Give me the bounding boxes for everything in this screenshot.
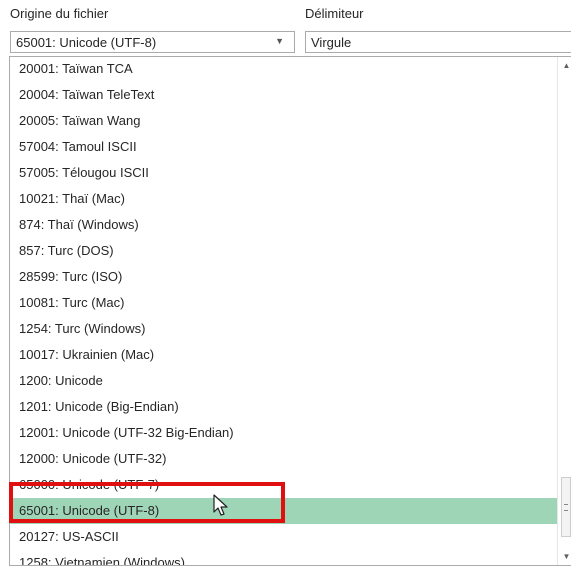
delimiter-label: Délimiteur xyxy=(305,6,364,21)
list-item[interactable]: 12000: Unicode (UTF-32) xyxy=(10,446,557,472)
list-item[interactable]: 20004: Taïwan TeleText xyxy=(10,82,557,108)
delimiter-combobox[interactable]: Virgule xyxy=(305,31,571,53)
file-origin-label: Origine du fichier xyxy=(10,6,109,21)
delimiter-value: Virgule xyxy=(311,35,352,50)
list-item[interactable]: 1201: Unicode (Big-Endian) xyxy=(10,394,557,420)
list-item[interactable]: 20005: Taïwan Wang xyxy=(10,108,557,134)
list-item[interactable]: 857: Turc (DOS) xyxy=(10,238,557,264)
list-item[interactable]: 57005: Télougou ISCII xyxy=(10,160,557,186)
mouse-pointer-icon xyxy=(213,494,228,516)
list-item[interactable]: 874: Thaï (Windows) xyxy=(10,212,557,238)
scroll-up-arrow-icon[interactable]: ▲ xyxy=(558,57,571,74)
list-item[interactable]: 10017: Ukrainien (Mac) xyxy=(10,342,557,368)
list-item[interactable]: 57004: Tamoul ISCII xyxy=(10,134,557,160)
list-item[interactable]: 20001: Taïwan TCA xyxy=(10,57,557,82)
list-item[interactable]: 1254: Turc (Windows) xyxy=(10,316,557,342)
chevron-down-icon[interactable]: ▼ xyxy=(275,36,284,46)
list-item[interactable]: 1258: Vietnamien (Windows) xyxy=(10,550,557,565)
list-item[interactable]: 10021: Thaï (Mac) xyxy=(10,186,557,212)
file-origin-combobox[interactable]: 65001: Unicode (UTF-8) ▼ xyxy=(10,31,295,53)
vertical-scrollbar[interactable]: ▲ ▼ xyxy=(557,57,571,565)
list-item[interactable]: 12001: Unicode (UTF-32 Big-Endian) xyxy=(10,420,557,446)
file-origin-value: 65001: Unicode (UTF-8) xyxy=(16,35,157,50)
scrollbar-thumb[interactable] xyxy=(561,477,571,537)
selection-highlight-box xyxy=(9,482,285,523)
list-item[interactable]: 28599: Turc (ISO) xyxy=(10,264,557,290)
list-item[interactable]: 1200: Unicode xyxy=(10,368,557,394)
list-item[interactable]: 10081: Turc (Mac) xyxy=(10,290,557,316)
list-item[interactable]: 20127: US-ASCII xyxy=(10,524,557,550)
scroll-down-arrow-icon[interactable]: ▼ xyxy=(558,548,571,565)
grip-icon xyxy=(564,504,568,511)
